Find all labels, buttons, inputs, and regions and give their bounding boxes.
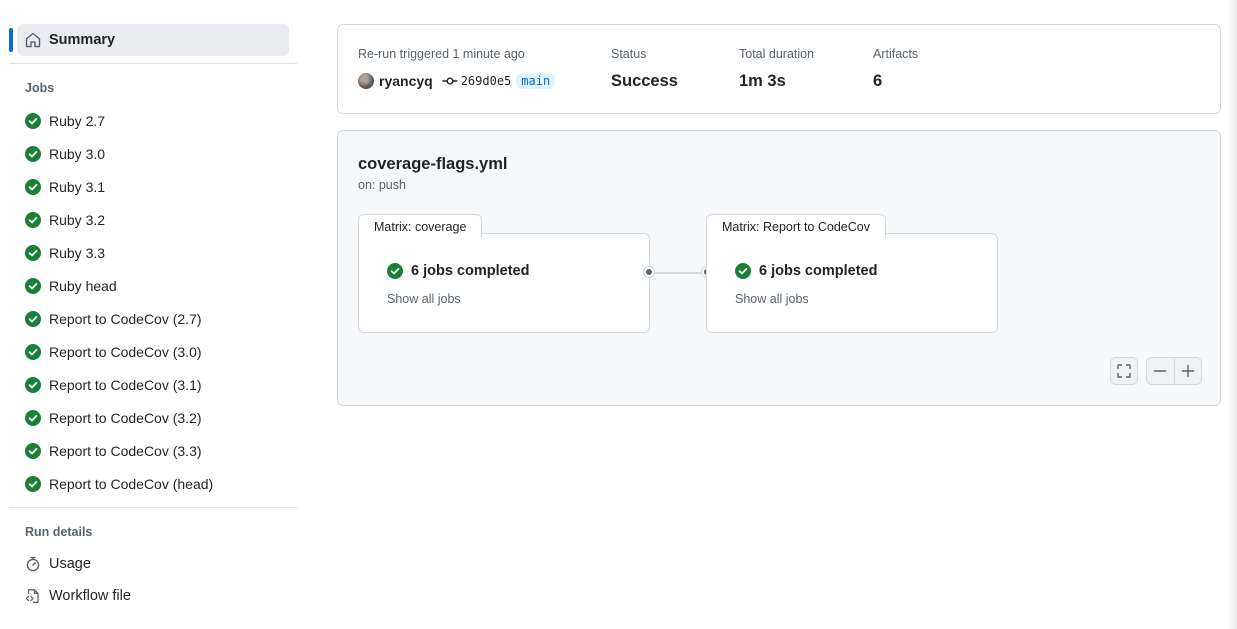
connector-dot <box>644 267 654 277</box>
check-circle-fill-icon <box>25 244 41 261</box>
trigger-text: Re-run triggered 1 minute ago <box>358 47 525 61</box>
sidebar-item-workflow-file[interactable]: Workflow file <box>25 584 131 608</box>
commit-sha-link[interactable]: 269d0e5 <box>461 74 512 88</box>
zoom-in-button[interactable] <box>1173 358 1201 384</box>
home-icon <box>25 32 41 48</box>
job-label: Ruby 3.1 <box>49 178 106 195</box>
dash-icon <box>1154 370 1167 372</box>
job-label: Report to CodeCov (3.2) <box>49 409 202 426</box>
artifacts-info: Artifacts 6 <box>873 47 918 91</box>
active-indicator <box>9 28 13 52</box>
sidebar-item-job[interactable]: Ruby 3.2 <box>25 203 295 236</box>
graph-connector <box>650 272 708 274</box>
status-label: Status <box>611 47 647 61</box>
screen-full-icon <box>1117 364 1131 378</box>
check-circle-fill-icon <box>25 277 41 294</box>
duration-info: Total duration 1m 3s <box>739 47 814 91</box>
matrix-tab: Matrix: coverage <box>358 214 483 238</box>
zoom-out-button[interactable] <box>1147 358 1174 384</box>
sidebar-item-job[interactable]: Ruby head <box>25 269 295 302</box>
show-all-jobs-link[interactable]: Show all jobs <box>387 292 461 306</box>
check-circle-fill-icon <box>25 211 41 228</box>
matrix-node-report-to-codecov: Matrix: Report to CodeCov 6 jobs complet… <box>706 214 998 333</box>
fullscreen-button[interactable] <box>1110 357 1138 385</box>
check-circle-fill-icon <box>25 442 41 459</box>
sidebar-item-label: Summary <box>49 32 116 48</box>
artifacts-value[interactable]: 6 <box>873 72 918 91</box>
artifacts-label: Artifacts <box>873 47 919 61</box>
matrix-status: 6 jobs completed <box>735 263 877 279</box>
job-label: Report to CodeCov (3.0) <box>49 343 202 360</box>
sidebar-item-job[interactable]: Ruby 3.3 <box>25 236 295 269</box>
matrix-status: 6 jobs completed <box>387 263 529 279</box>
sidebar-item-job[interactable]: Ruby 3.1 <box>25 170 295 203</box>
workflow-trigger: on: push <box>358 178 406 192</box>
check-circle-fill-icon <box>25 376 41 393</box>
run-details-heading: Run details <box>25 525 93 539</box>
sidebar-item-summary[interactable]: Summary <box>17 24 289 56</box>
check-circle-fill-icon <box>25 178 41 195</box>
matrix-status-text: 6 jobs completed <box>759 263 878 279</box>
jobs-heading: Jobs <box>25 81 55 95</box>
divider <box>9 507 297 508</box>
sidebar-item-job[interactable]: Report to CodeCov (3.2) <box>25 401 295 434</box>
matrix-status-text: 6 jobs completed <box>411 263 530 279</box>
sidebar: Summary Jobs Ruby 2.7 Ruby 3.0 Ruby 3.1 … <box>0 0 305 629</box>
run-info-card: Re-run triggered 1 minute ago ryancyq 26… <box>337 24 1221 114</box>
job-label: Ruby 2.7 <box>49 112 106 129</box>
check-circle-fill-icon <box>25 145 41 162</box>
matrix-box: 6 jobs completed Show all jobs <box>358 233 650 333</box>
job-label: Report to CodeCov (head) <box>49 475 214 492</box>
job-label: Report to CodeCov (3.1) <box>49 376 202 393</box>
job-label: Ruby 3.0 <box>49 145 106 162</box>
duration-value: 1m 3s <box>739 72 786 90</box>
git-commit-icon <box>442 77 458 85</box>
sidebar-item-job[interactable]: Ruby 3.0 <box>25 137 295 170</box>
trigger-info: Re-run triggered 1 minute ago ryancyq 26… <box>358 47 556 90</box>
matrix-tab: Matrix: Report to CodeCov <box>706 214 886 238</box>
file-code-icon <box>25 589 39 603</box>
workflow-graph-card: coverage-flags.yml on: push Matrix: cove… <box>337 130 1221 406</box>
check-circle-fill-icon <box>735 263 751 279</box>
check-circle-fill-icon <box>25 409 41 426</box>
user-link[interactable]: ryancyq <box>379 73 433 89</box>
job-label: Ruby 3.3 <box>49 244 106 261</box>
usage-label: Usage <box>49 556 91 572</box>
stopwatch-icon <box>26 556 40 572</box>
matrix-box: 6 jobs completed Show all jobs <box>706 233 998 333</box>
sidebar-item-job[interactable]: Report to CodeCov (3.3) <box>25 434 295 467</box>
sidebar-item-usage[interactable]: Usage <box>25 552 91 576</box>
sidebar-item-job[interactable]: Report to CodeCov (3.1) <box>25 368 295 401</box>
branch-badge[interactable]: main <box>516 73 556 89</box>
zoom-controls <box>1146 357 1202 385</box>
check-circle-fill-icon <box>25 343 41 360</box>
status-info: Status Success <box>611 47 678 91</box>
check-circle-fill-icon <box>387 263 403 279</box>
workflow-file-label: Workflow file <box>49 588 131 604</box>
check-circle-fill-icon <box>25 112 41 129</box>
window-edge-shadow <box>1227 0 1237 629</box>
check-circle-fill-icon <box>25 310 41 327</box>
job-label: Ruby 3.2 <box>49 211 106 228</box>
matrix-node-coverage: Matrix: coverage 6 jobs completed Show a… <box>358 214 650 333</box>
sidebar-item-job[interactable]: Ruby 2.7 <box>25 104 295 137</box>
job-label: Ruby head <box>49 277 117 294</box>
divider <box>9 63 297 64</box>
job-list: Ruby 2.7 Ruby 3.0 Ruby 3.1 Ruby 3.2 Ruby… <box>25 104 295 500</box>
workflow-file-name: coverage-flags.yml <box>358 155 508 173</box>
plus-icon <box>1181 364 1195 378</box>
job-label: Report to CodeCov (3.3) <box>49 442 202 459</box>
duration-label: Total duration <box>739 47 815 61</box>
sidebar-item-job[interactable]: Report to CodeCov (3.0) <box>25 335 295 368</box>
sidebar-item-job[interactable]: Report to CodeCov (head) <box>25 467 295 500</box>
show-all-jobs-link[interactable]: Show all jobs <box>735 292 809 306</box>
avatar[interactable] <box>358 73 374 89</box>
status-value: Success <box>611 72 678 90</box>
check-circle-fill-icon <box>25 475 41 492</box>
job-label: Report to CodeCov (2.7) <box>49 310 202 327</box>
sidebar-item-job[interactable]: Report to CodeCov (2.7) <box>25 302 295 335</box>
